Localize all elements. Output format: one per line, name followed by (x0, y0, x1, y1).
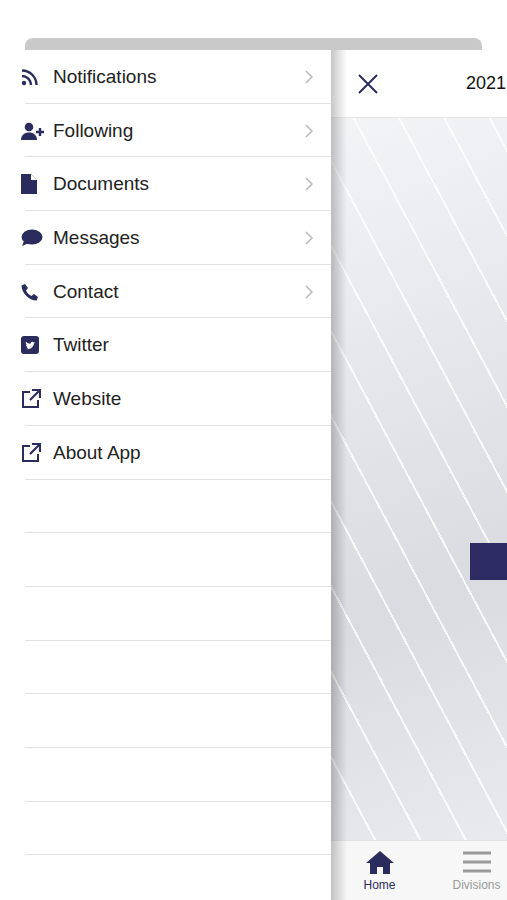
tab[interactable]: Divisions (428, 841, 507, 900)
drawer-empty-row (0, 694, 331, 748)
speech-bubble-icon (21, 229, 43, 247)
chevron-right-icon (305, 285, 313, 299)
drawer-empty-row (0, 802, 331, 856)
drawer-item[interactable]: Twitter (0, 318, 331, 372)
drawer-item-label: About App (53, 442, 313, 464)
drawer-empty-row (0, 533, 331, 587)
menu-lines-icon (462, 850, 492, 874)
file-icon (21, 174, 37, 194)
drawer-empty-row (0, 641, 331, 695)
rss-icon (21, 68, 39, 86)
phone-icon (21, 283, 39, 301)
drawer-empty-row (0, 587, 331, 641)
home-icon (365, 850, 395, 874)
close-icon[interactable] (357, 73, 379, 95)
drawer-item-label: Following (53, 120, 305, 142)
main-panel: 2021 Home Divisions (331, 50, 507, 900)
drawer-item-label: Contact (53, 281, 305, 303)
hero-photo (331, 118, 507, 840)
tab-bar: Home Divisions (331, 840, 507, 900)
drawer-item[interactable]: Website (0, 372, 331, 426)
drawer-item[interactable]: Documents (0, 157, 331, 211)
header: 2021 (331, 50, 507, 118)
tab-label: Divisions (452, 878, 500, 892)
header-title: 2021 (466, 73, 506, 94)
tab[interactable]: Home (331, 841, 428, 900)
drawer-item[interactable]: Contact (0, 265, 331, 319)
drawer-empty-row (0, 748, 331, 802)
external-link-icon (21, 389, 41, 409)
tab-label: Home (363, 878, 395, 892)
chevron-right-icon (305, 70, 313, 84)
drawer-item[interactable]: About App (0, 426, 331, 480)
drawer-empty-row (0, 480, 331, 534)
hero-button[interactable] (470, 543, 507, 580)
chevron-right-icon (305, 124, 313, 138)
app-screen: Notifications Following Documents Messag… (0, 0, 507, 900)
external-link-icon (21, 443, 41, 463)
drawer-item-label: Notifications (53, 66, 305, 88)
drawer-item-label: Messages (53, 227, 305, 249)
side-drawer: Notifications Following Documents Messag… (0, 50, 331, 900)
drawer-item-label: Website (53, 388, 313, 410)
chevron-right-icon (305, 231, 313, 245)
drawer-item-label: Documents (53, 173, 305, 195)
drawer-item[interactable]: Messages (0, 211, 331, 265)
drawer-item[interactable]: Notifications (0, 50, 331, 104)
chevron-right-icon (305, 177, 313, 191)
user-plus-icon (21, 122, 45, 140)
twitter-icon (21, 336, 39, 354)
drawer-item-label: Twitter (53, 334, 313, 356)
drawer-item[interactable]: Following (0, 104, 331, 158)
